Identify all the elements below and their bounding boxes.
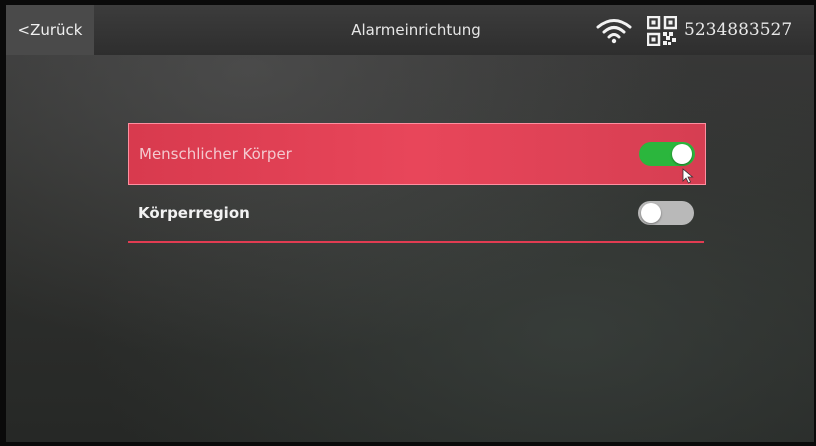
top-bar: <Zurück Alarmeinrichtung 5234883527	[6, 5, 814, 55]
mouse-cursor-icon	[682, 168, 694, 184]
toggle-knob	[672, 144, 692, 164]
toggle-knob	[641, 203, 661, 223]
screen: <Zurück Alarmeinrichtung 5234883527 Mens…	[6, 5, 814, 442]
wifi-icon	[596, 19, 632, 44]
body-region-toggle[interactable]	[638, 201, 694, 225]
setting-row-body-region[interactable]: Körperregion	[128, 185, 704, 243]
setting-label: Körperregion	[138, 204, 250, 222]
setting-label: Menschlicher Körper	[139, 145, 292, 163]
qr-code-icon[interactable]	[647, 16, 677, 46]
setting-row-human-body[interactable]: Menschlicher Körper	[128, 123, 706, 185]
page-title: Alarmeinrichtung	[351, 21, 481, 39]
device-id: 5234883527	[684, 20, 793, 40]
human-body-toggle[interactable]	[639, 142, 695, 166]
back-button[interactable]: <Zurück	[6, 5, 94, 55]
